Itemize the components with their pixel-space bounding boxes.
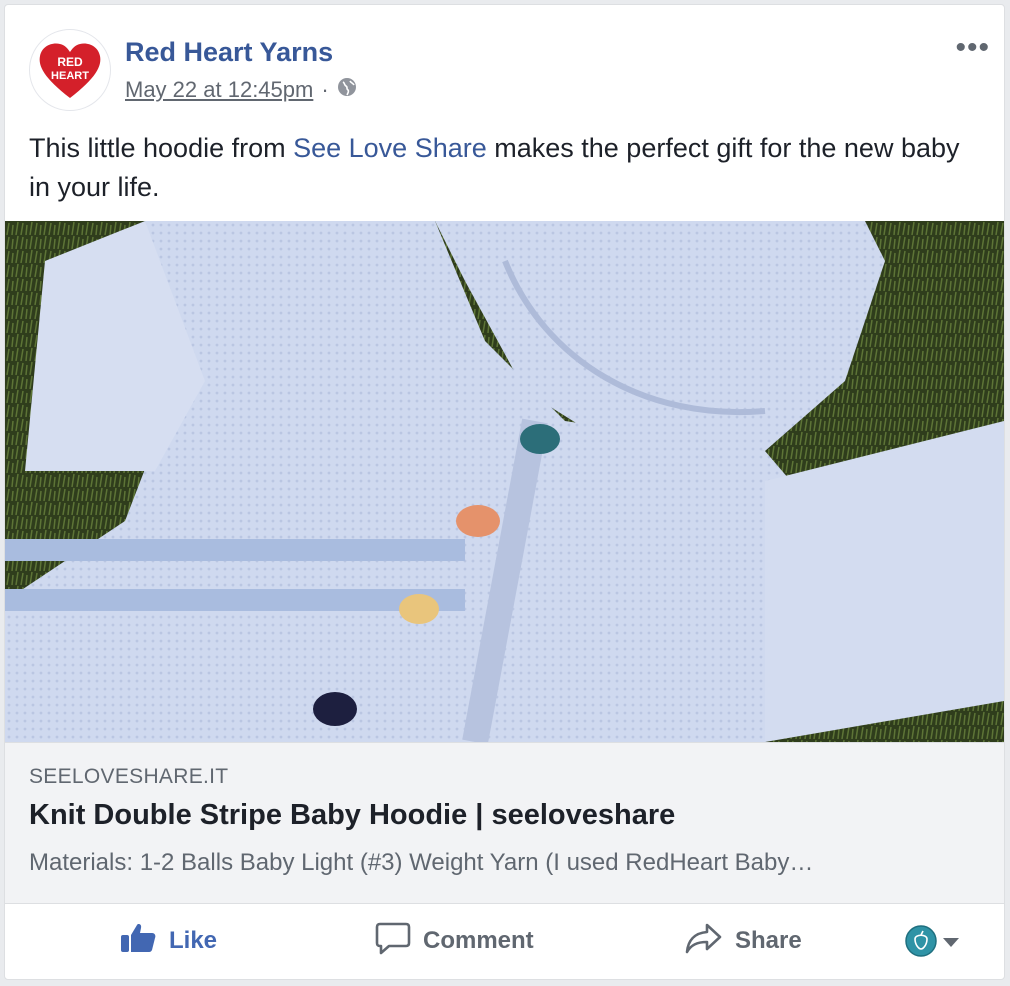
comment-label: Comment	[423, 927, 534, 954]
post-photo[interactable]	[5, 221, 1004, 742]
page-avatar[interactable]: RED HEART	[29, 29, 111, 111]
share-arrow-icon	[685, 922, 723, 961]
post-card: RED HEART Red Heart Yarns May 22 at 12:4…	[4, 4, 1005, 980]
page-name-link[interactable]: Red Heart Yarns	[125, 37, 333, 68]
link-preview[interactable]: SEELOVESHARE.IT Knit Double Stripe Baby …	[5, 742, 1004, 904]
like-button[interactable]: Like	[119, 903, 217, 979]
link-domain: SEELOVESHARE.IT	[29, 765, 229, 788]
profile-avatar-icon	[905, 925, 937, 962]
link-description: Materials: 1-2 Balls Baby Light (#3) Wei…	[29, 849, 814, 876]
speech-bubble-icon	[375, 921, 411, 962]
action-bar: Like Comment Share	[5, 903, 1004, 979]
share-button[interactable]: Share	[685, 903, 802, 979]
link-title[interactable]: Knit Double Stripe Baby Hoodie | seelove…	[29, 799, 675, 832]
post-text-part: This little hoodie from	[29, 133, 294, 163]
caret-down-icon	[943, 935, 959, 953]
share-label: Share	[735, 927, 802, 954]
reactor-selector[interactable]	[905, 925, 959, 962]
see-love-share-link[interactable]: See Love Share	[293, 133, 487, 163]
more-options-button[interactable]: •••	[955, 31, 990, 65]
red-heart-logo: RED HEART	[39, 43, 101, 98]
post-timestamp[interactable]: May 22 at 12:45pm	[125, 77, 313, 103]
logo-text-red: RED	[57, 55, 83, 69]
meta-separator: ·	[321, 77, 329, 102]
thumbs-up-icon	[119, 922, 157, 961]
post-text: This little hoodie from See Love Share m…	[29, 129, 979, 207]
comment-button[interactable]: Comment	[375, 903, 534, 979]
globe-icon[interactable]	[337, 77, 357, 103]
post-meta: May 22 at 12:45pm ·	[125, 77, 357, 103]
logo-text-heart: HEART	[51, 70, 89, 82]
like-label: Like	[169, 927, 218, 954]
